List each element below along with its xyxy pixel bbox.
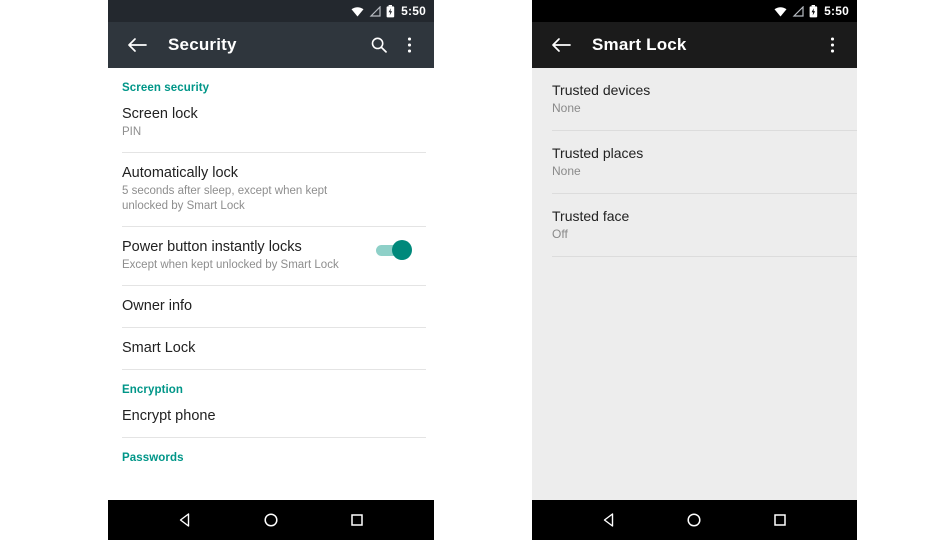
list-item-title: Automatically lock	[122, 165, 239, 181]
search-icon[interactable]	[364, 30, 394, 60]
list-item-title: Smart Lock	[122, 340, 196, 356]
list-item-subtitle: Off	[552, 227, 568, 241]
section-header-screen-security: Screen security	[122, 82, 210, 94]
back-arrow-icon[interactable]	[124, 32, 150, 58]
back-arrow-icon[interactable]	[548, 32, 574, 58]
list-item-subtitle: PIN	[122, 126, 142, 138]
settings-list: Screen security Screen lock PIN Automati…	[108, 68, 434, 500]
list-item-smart-lock[interactable]: Smart Lock	[108, 328, 434, 369]
status-bar: 5:50	[532, 0, 857, 22]
nav-back-icon[interactable]	[592, 503, 626, 537]
power-button-locks-toggle[interactable]	[376, 240, 412, 260]
list-item-trusted-face[interactable]: Trusted face Off	[532, 194, 857, 256]
list-item-subtitle: None	[552, 164, 581, 178]
nav-home-icon[interactable]	[677, 503, 711, 537]
app-bar: Security	[108, 22, 434, 68]
section-header-passwords: Passwords	[122, 452, 184, 464]
list-item-trusted-places[interactable]: Trusted places None	[532, 131, 857, 193]
list-item-trusted-devices[interactable]: Trusted devices None	[532, 68, 857, 130]
signal-icon	[369, 5, 381, 17]
list-item-screen-lock[interactable]: Screen lock PIN	[108, 94, 434, 152]
list-item-subtitle: 5 seconds after sleep, except when kept …	[122, 185, 328, 212]
wifi-icon	[774, 6, 787, 17]
phone-screenshot-security: 5:50 Security Screen security Screen loc…	[108, 0, 434, 540]
smart-lock-list: Trusted devices None Trusted places None…	[532, 68, 857, 500]
signal-icon	[792, 5, 804, 17]
list-item-subtitle: None	[552, 101, 581, 115]
toggle-thumb	[392, 240, 412, 260]
phone-screenshot-smart-lock: 5:50 Smart Lock Trusted devices None Tru…	[532, 0, 857, 540]
overflow-menu-icon[interactable]	[817, 30, 847, 60]
list-item-title: Trusted face	[552, 208, 630, 224]
divider	[552, 256, 857, 257]
list-item-title: Screen lock	[122, 106, 198, 122]
list-item-title: Trusted places	[552, 145, 644, 161]
app-bar: Smart Lock	[532, 22, 857, 68]
battery-icon	[386, 4, 395, 18]
navigation-bar	[532, 500, 857, 540]
nav-home-icon[interactable]	[254, 503, 288, 537]
status-bar-clock: 5:50	[824, 4, 849, 18]
status-bar-clock: 5:50	[401, 4, 426, 18]
section-header-encryption: Encryption	[122, 384, 184, 396]
list-item-power-button-instantly-locks[interactable]: Power button instantly locks Except when…	[108, 227, 434, 285]
list-item-encrypt-phone[interactable]: Encrypt phone	[108, 396, 434, 437]
wifi-icon	[351, 6, 364, 17]
list-item-title: Encrypt phone	[122, 408, 216, 424]
navigation-bar	[108, 500, 434, 540]
nav-recents-icon[interactable]	[763, 503, 797, 537]
overflow-menu-icon[interactable]	[394, 30, 424, 60]
page-title: Smart Lock	[592, 35, 687, 54]
list-item-subtitle: Except when kept unlocked by Smart Lock	[122, 259, 339, 271]
page-title: Security	[168, 35, 237, 54]
nav-back-icon[interactable]	[168, 503, 202, 537]
list-item-automatically-lock[interactable]: Automatically lock 5 seconds after sleep…	[108, 153, 434, 226]
battery-icon	[809, 4, 818, 18]
nav-recents-icon[interactable]	[340, 503, 374, 537]
list-item-owner-info[interactable]: Owner info	[108, 286, 434, 327]
list-item-title: Trusted devices	[552, 82, 651, 98]
list-item-title: Owner info	[122, 298, 193, 314]
status-bar: 5:50	[108, 0, 434, 22]
